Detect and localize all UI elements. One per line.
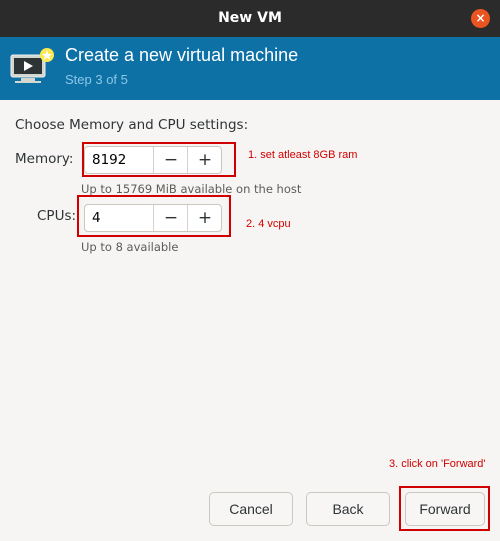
memory-hint: Up to 15769 MiB available on the host (81, 182, 302, 196)
close-icon[interactable]: × (471, 9, 490, 28)
forward-annotation-box (399, 486, 490, 531)
forward-annotation: 3. click on 'Forward' (389, 458, 486, 470)
cancel-button[interactable]: Cancel (209, 492, 293, 526)
header-step: Step 3 of 5 (65, 72, 128, 87)
vm-monitor-icon (10, 48, 54, 83)
window-titlebar: New VM × (0, 0, 500, 37)
cpus-annotation: 2. 4 vcpu (246, 218, 291, 230)
header-title: Create a new virtual machine (65, 45, 299, 65)
cpus-hint: Up to 8 available (81, 240, 179, 254)
back-button[interactable]: Back (306, 492, 390, 526)
memory-annotation: 1. set atleast 8GB ram (248, 149, 358, 161)
cpus-label: CPUs: (37, 208, 77, 224)
memory-annotation-box (82, 142, 236, 177)
wizard-header: Create a new virtual machine Step 3 of 5 (0, 37, 500, 100)
window-title: New VM (218, 10, 282, 26)
section-label: Choose Memory and CPU settings: (15, 117, 249, 133)
memory-label: Memory: (15, 151, 74, 167)
cpus-annotation-box (77, 195, 231, 237)
